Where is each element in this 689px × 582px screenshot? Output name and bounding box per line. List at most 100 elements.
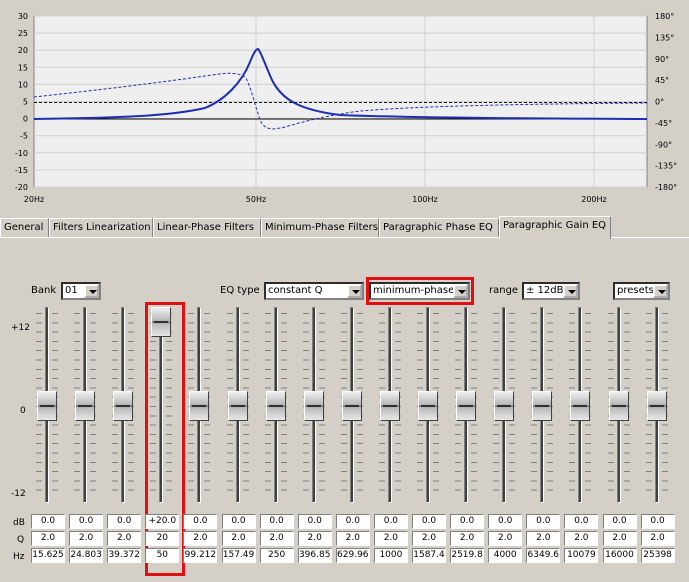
hz-value-field[interactable]: 50 bbox=[145, 548, 180, 563]
bank-select[interactable]: 01 bbox=[61, 282, 101, 300]
db-value-field[interactable]: 0.0 bbox=[69, 514, 104, 529]
db-value-field[interactable]: 0.0 bbox=[221, 514, 256, 529]
presets-select[interactable]: presets bbox=[613, 282, 670, 300]
db-value-field[interactable]: +20.0 bbox=[145, 514, 180, 529]
db-value-field[interactable]: 0.0 bbox=[526, 514, 561, 529]
slider-thumb[interactable] bbox=[227, 391, 248, 421]
slider-thumb[interactable] bbox=[151, 307, 172, 337]
gain-slider[interactable] bbox=[111, 305, 135, 507]
tab-paragraphic-phase-eq[interactable]: Paragraphic Phase EQ bbox=[379, 218, 499, 238]
q-value-field[interactable]: 2.0 bbox=[526, 531, 561, 546]
gain-slider[interactable] bbox=[607, 305, 631, 507]
hz-value-field[interactable]: 2519.8 bbox=[450, 548, 485, 563]
gain-slider[interactable] bbox=[226, 305, 250, 507]
slider-thumb[interactable] bbox=[379, 391, 400, 421]
q-value-field[interactable]: 2.0 bbox=[221, 531, 256, 546]
eq-type-select[interactable]: constant Q bbox=[264, 282, 364, 300]
q-value-field[interactable]: 2.0 bbox=[450, 531, 485, 546]
q-value-field[interactable]: 2.0 bbox=[373, 531, 408, 546]
db-value-field[interactable]: 0.0 bbox=[107, 514, 142, 529]
phase-mode-select[interactable]: minimum-phase bbox=[369, 282, 470, 300]
hz-value-field[interactable]: 1587.4 bbox=[412, 548, 446, 563]
gain-slider[interactable] bbox=[187, 305, 211, 507]
gain-slider[interactable] bbox=[645, 305, 669, 507]
tab-paragraphic-gain-eq[interactable]: Paragraphic Gain EQ bbox=[499, 216, 611, 239]
db-value-field[interactable]: 0.0 bbox=[564, 514, 599, 529]
gain-slider[interactable] bbox=[454, 305, 478, 507]
q-value-field[interactable]: 2.0 bbox=[69, 531, 104, 546]
slider-thumb[interactable] bbox=[418, 391, 438, 421]
hz-value-field[interactable]: 250 bbox=[259, 548, 294, 563]
gain-slider[interactable] bbox=[530, 305, 554, 507]
tab-linear-phase-filters[interactable]: Linear-Phase Filters bbox=[153, 218, 261, 238]
gain-slider[interactable] bbox=[149, 305, 173, 507]
hz-value-field[interactable]: 4000 bbox=[488, 548, 523, 563]
q-value-field[interactable]: 2.0 bbox=[564, 531, 599, 546]
hz-value-field[interactable]: 16000 bbox=[602, 548, 637, 563]
gain-slider[interactable] bbox=[73, 305, 97, 507]
gain-slider[interactable] bbox=[492, 305, 516, 507]
hz-value-field[interactable]: 396.85 bbox=[297, 548, 332, 563]
q-value-field[interactable]: 2.0 bbox=[31, 531, 65, 546]
chevron-down-icon[interactable] bbox=[653, 284, 668, 298]
range-select[interactable]: ± 12dB bbox=[522, 282, 580, 300]
slider-thumb[interactable] bbox=[303, 391, 324, 421]
slider-thumb[interactable] bbox=[113, 391, 134, 421]
q-value-field[interactable]: 2.0 bbox=[259, 531, 294, 546]
hz-value-field[interactable]: 15.625 bbox=[31, 548, 65, 563]
hz-value-field[interactable]: 1000 bbox=[373, 548, 408, 563]
hz-value-field[interactable]: 629.96 bbox=[335, 548, 370, 563]
q-value-field[interactable]: 2.0 bbox=[183, 531, 218, 546]
gain-slider[interactable] bbox=[35, 305, 59, 507]
tab-general[interactable]: General bbox=[0, 218, 49, 238]
db-value-field[interactable]: 0.0 bbox=[183, 514, 218, 529]
q-value-field[interactable]: 2.0 bbox=[297, 531, 332, 546]
slider-thumb[interactable] bbox=[341, 391, 362, 421]
slider-thumb[interactable] bbox=[265, 391, 286, 421]
slider-thumb[interactable] bbox=[532, 391, 553, 421]
db-value-field[interactable]: 0.0 bbox=[297, 514, 332, 529]
q-value-field[interactable]: 2.0 bbox=[488, 531, 523, 546]
gain-slider[interactable] bbox=[416, 305, 440, 507]
gain-slider[interactable] bbox=[568, 305, 592, 507]
chevron-down-icon[interactable] bbox=[84, 284, 99, 298]
db-value-field[interactable]: 0.0 bbox=[640, 514, 675, 529]
gain-slider[interactable] bbox=[378, 305, 402, 507]
q-value-field[interactable]: 2.0 bbox=[335, 531, 370, 546]
db-value-field[interactable]: 0.0 bbox=[450, 514, 485, 529]
slider-thumb[interactable] bbox=[37, 391, 57, 421]
slider-thumb[interactable] bbox=[189, 391, 210, 421]
gain-slider[interactable] bbox=[302, 305, 326, 507]
chevron-down-icon[interactable] bbox=[453, 284, 468, 298]
db-value-field[interactable]: 0.0 bbox=[335, 514, 370, 529]
slider-thumb[interactable] bbox=[646, 391, 667, 421]
slider-thumb[interactable] bbox=[75, 391, 96, 421]
gain-slider[interactable] bbox=[340, 305, 364, 507]
q-value-field[interactable]: 2.0 bbox=[640, 531, 675, 546]
gain-slider[interactable] bbox=[264, 305, 288, 507]
hz-value-field[interactable]: 99.212 bbox=[183, 548, 218, 563]
hz-value-field[interactable]: 6349.6 bbox=[526, 548, 561, 563]
q-value-field[interactable]: 2.0 bbox=[602, 531, 637, 546]
chevron-down-icon[interactable] bbox=[347, 284, 362, 298]
tab-minimum-phase-filters[interactable]: Minimum-Phase Filters bbox=[261, 218, 379, 238]
slider-thumb[interactable] bbox=[570, 391, 591, 421]
hz-value-field[interactable]: 24.803 bbox=[69, 548, 104, 563]
slider-thumb[interactable] bbox=[494, 391, 515, 421]
db-value-field[interactable]: 0.0 bbox=[602, 514, 637, 529]
hz-value-field[interactable]: 10079 bbox=[564, 548, 599, 563]
db-value-field[interactable]: 0.0 bbox=[412, 514, 446, 529]
slider-thumb[interactable] bbox=[608, 391, 629, 421]
db-value-field[interactable]: 0.0 bbox=[259, 514, 294, 529]
db-value-field[interactable]: 0.0 bbox=[31, 514, 65, 529]
tab-filters-linearization[interactable]: Filters Linearization bbox=[49, 218, 153, 238]
hz-value-field[interactable]: 157.49 bbox=[221, 548, 256, 563]
q-value-field[interactable]: 2.0 bbox=[107, 531, 142, 546]
q-value-field[interactable]: 2.0 bbox=[412, 531, 446, 546]
slider-thumb[interactable] bbox=[456, 391, 477, 421]
hz-value-field[interactable]: 25398 bbox=[640, 548, 675, 563]
chevron-down-icon[interactable] bbox=[563, 284, 578, 298]
db-value-field[interactable]: 0.0 bbox=[488, 514, 523, 529]
hz-value-field[interactable]: 39.372 bbox=[107, 548, 142, 563]
q-value-field[interactable]: 20 bbox=[145, 531, 180, 546]
